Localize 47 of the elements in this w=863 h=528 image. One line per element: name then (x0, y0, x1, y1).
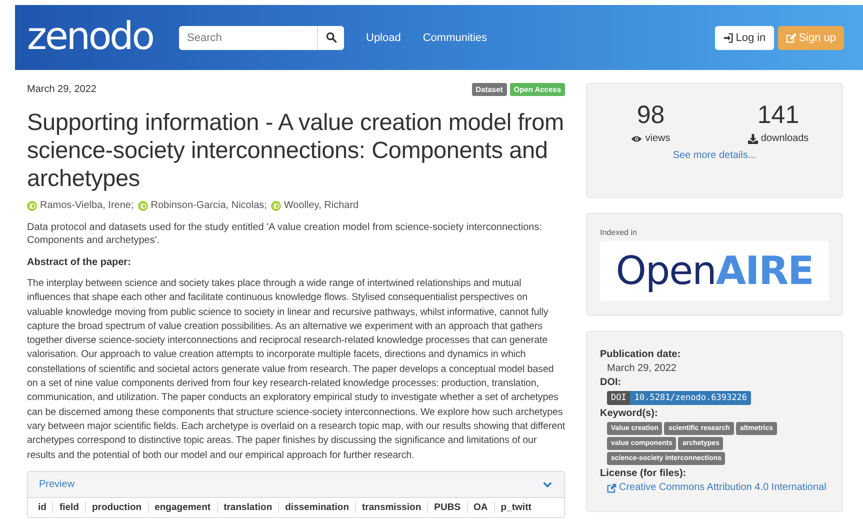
column-header: OA (468, 502, 495, 513)
author-link[interactable]: Ramos-Vielba, Irene; (40, 200, 134, 211)
search-button[interactable] (317, 26, 344, 50)
field-label: License (for files): (600, 468, 688, 479)
field-label: Publication date: (600, 349, 682, 360)
search-field[interactable]: Search (179, 26, 317, 50)
license-link[interactable]: Creative Commons Attribution 4.0 International (607, 482, 829, 493)
field-value: March 29, 2022 (607, 363, 678, 374)
field-label: Keyword(s): (600, 408, 659, 419)
login-button[interactable]: Log in (714, 26, 774, 50)
nav-link[interactable]: Upload (366, 32, 401, 44)
preview-toggle[interactable]: Preview (39, 478, 75, 490)
orcid-icon (27, 200, 37, 210)
field-label: DOI: (600, 377, 622, 388)
column-header: engagement (148, 502, 218, 513)
column-header: PUBS (428, 502, 468, 513)
openaire-logo[interactable]: OpenAIRE (600, 241, 829, 301)
record-title: Supporting information - A value creation model from science-society interconnections: Components and archetypes (27, 108, 565, 192)
publication-date: March 29, 2022 (27, 84, 96, 95)
external-link-icon (607, 482, 617, 492)
details-link[interactable]: See more details... (587, 150, 842, 161)
column-header: field (53, 502, 86, 513)
zenodo-logo[interactable]: zenodo (27, 16, 157, 58)
eye-icon (631, 134, 642, 142)
stat-count: 98 (636, 101, 665, 129)
column-header: production (86, 502, 149, 513)
author-link[interactable]: Robinson-Garcia, Nicolas; (150, 200, 267, 211)
column-header: p_twitt (500, 502, 532, 513)
stat-label: downloads (760, 133, 809, 144)
column-header: dissemination (279, 502, 356, 513)
nav-link[interactable]: Communities (422, 32, 488, 44)
column-header: id (32, 502, 54, 513)
download-icon (748, 134, 758, 144)
stat-count: 141 (757, 101, 800, 129)
orcid-icon (138, 200, 148, 210)
abstract-text: The interplay between science and society takes place through a wide range of intertwined relationships and mutual influences that shape each other and facilitate continuous knowledge flows. Stylised consequentialist perspectives on valuable knowledge moving from public science to society in linear and recursive pathways, whilst informative, cannot fully capture the broad spectrum of value creation possibilities. As an alternative we experiment with an approach that gathers together diverse science-society interconnections and reciprocal research-related knowledge processes that can generate valorisation. Our approach to value creation attempts to incorporate multiple facets, directions and dynamics in which constellations of scientific and societal actors generate value from research. The paper develops a conceptual model based on a set of nine value components derived from four key research-related knowledge processes: production, translation, communication, and utilization. The paper conducts an exploratory empirical study to investigate whether a set of archetypes can be discerned among these components that structure science-society interconnections. We explore how such archetypes vary between major scientific fields. Each archetype is overlaid on a research topic map, with our results showing that different archetypes correspond to distinctive topic areas. The paper finishes by discussing the significance and limitations of our results and the potential of both our model and our empirical approach for further research. (27, 277, 565, 463)
search-icon (326, 32, 336, 43)
edit-icon (786, 32, 796, 42)
sign-in-icon (722, 32, 733, 42)
stat-label: views (645, 133, 670, 144)
abstract-heading: Abstract of the paper: (27, 257, 132, 268)
description-text: Data protocol and datasets used for the study entitled 'A value creation model from science-society interconnections: Components and archetypes'. (27, 221, 543, 247)
indexed-label: Indexed in (600, 228, 638, 237)
author-link[interactable]: Woolley, Richard (284, 200, 359, 211)
orcid-icon (270, 200, 281, 210)
column-header: translation (218, 502, 280, 513)
column-header: transmission (356, 502, 428, 513)
